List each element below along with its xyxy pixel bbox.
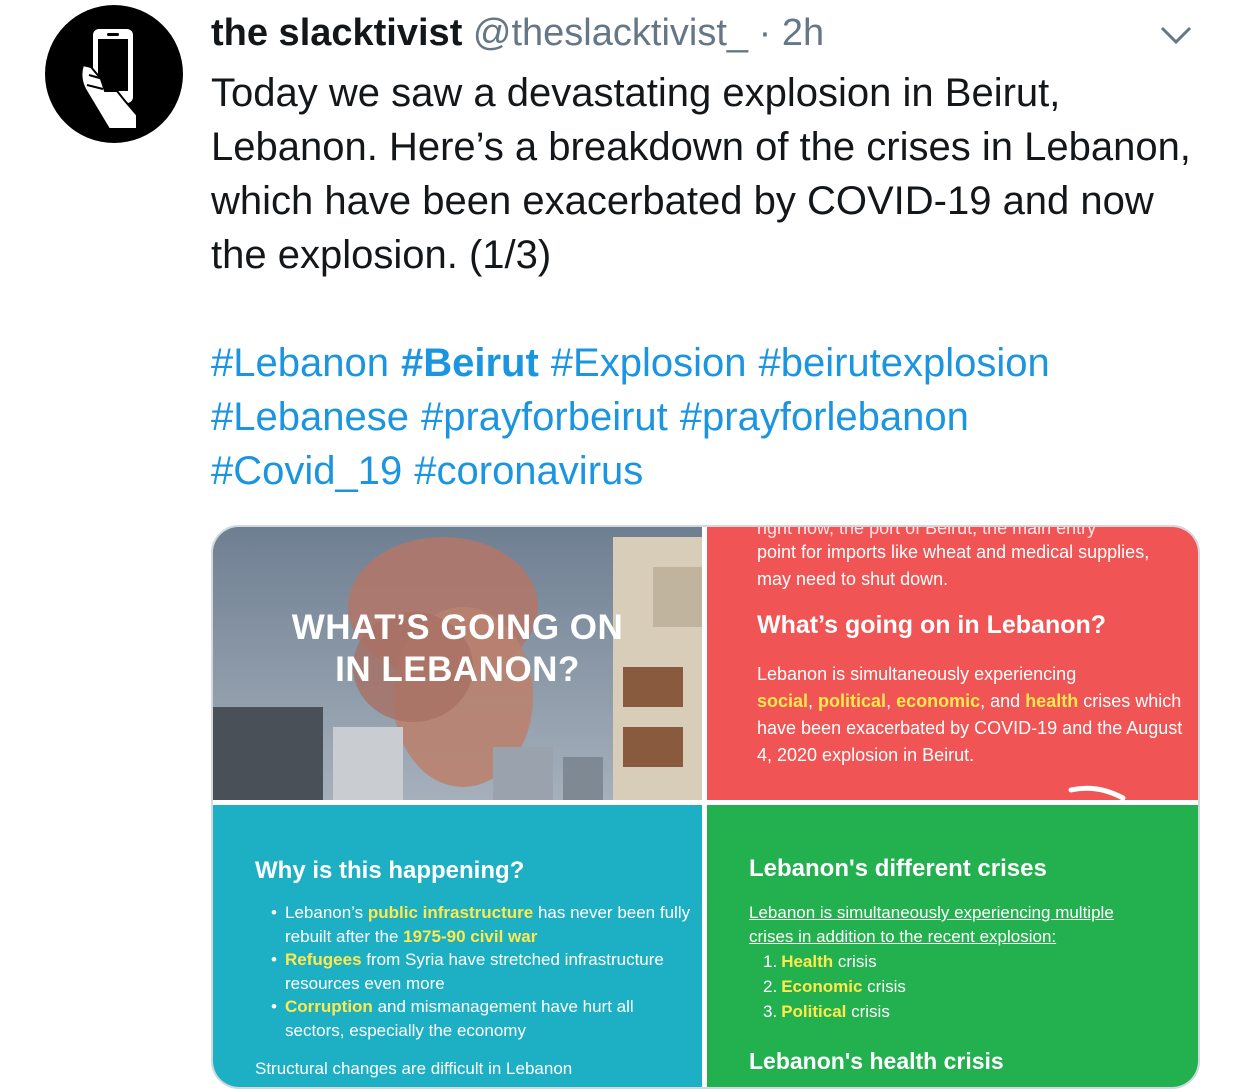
tile-title: WHAT’S GOING ON IN LEBANON? <box>213 607 702 691</box>
list-number: 3. <box>763 1002 778 1021</box>
list-number: 2. <box>763 977 778 996</box>
bullet-list: Lebanon’s public infrastructure has neve… <box>271 901 691 1042</box>
tile-title-line: WHAT’S GOING ON <box>291 608 624 647</box>
hashtag-link[interactable]: #prayforlebanon <box>680 395 969 439</box>
tile-intro: Lebanon is simultaneously experiencing m… <box>749 903 1114 946</box>
avatar[interactable] <box>45 5 183 143</box>
tile-heading: Lebanon's different crises <box>749 855 1047 882</box>
hashtag-link[interactable]: #Beirut <box>401 341 539 385</box>
hashtag-link[interactable]: #Lebanon <box>211 341 389 385</box>
highlight-text: Health <box>781 952 834 971</box>
media-image-whats-going-on[interactable]: right now, the port of Beirut, the main … <box>707 527 1198 800</box>
hashtag-link[interactable]: #beirutexplosion <box>758 341 1049 385</box>
highlight-text: health <box>1025 691 1079 711</box>
body-text: Lebanon is simultaneously experiencing <box>757 664 1077 684</box>
cut-off-text: Structural changes are difficult in Leba… <box>255 1059 573 1078</box>
highlight-text: public infrastructure <box>367 903 534 922</box>
hashtag-link[interactable]: #Lebanese <box>211 395 409 439</box>
tile-heading: Why is this happening? <box>255 857 525 884</box>
separator-dot: · <box>758 12 772 54</box>
body-text: Lebanon’s <box>285 903 364 922</box>
tile-top-text: point for imports like wheat and medical… <box>757 542 1150 589</box>
hashtag-list: #Lebanon #Beirut #Explosion #beirutexplosio… <box>211 336 1221 498</box>
highlight-text: political <box>818 691 887 711</box>
numbered-list: 1. Health crisis 2. Economic crisis 3. Poli… <box>763 949 906 1024</box>
tile-subheading: Lebanon's health crisis <box>749 1048 1004 1074</box>
list-item: 2. Economic crisis <box>763 974 906 999</box>
media-image-explosion[interactable]: WHAT’S GOING ON IN LEBANON? <box>213 527 702 800</box>
decorative-swoosh <box>1068 785 1126 800</box>
tile-title-line: IN LEBANON? <box>335 650 580 689</box>
hashtag-link[interactable]: #Covid_19 <box>211 449 402 493</box>
tile-body: Lebanon is simultaneously experiencing s… <box>757 664 1183 765</box>
body-text: and <box>990 691 1021 711</box>
list-item: 3. Political crisis <box>763 999 906 1024</box>
media-image-why-happening[interactable]: Why is this happening? Lebanon’s public … <box>213 805 702 1087</box>
highlight-text: social <box>757 691 809 711</box>
tile-heading: What’s going on in Lebanon? <box>757 611 1107 639</box>
timestamp[interactable]: 2h <box>782 12 824 54</box>
display-name[interactable]: the slacktivist <box>211 12 462 54</box>
body-text: crisis <box>837 952 877 971</box>
highlight-text: Refugees <box>285 950 362 969</box>
list-item: 1. Health crisis <box>763 949 906 974</box>
body-text: crisis <box>867 977 906 996</box>
list-item: Lebanon’s public infrastructure has neve… <box>271 901 691 948</box>
highlight-text: Corruption <box>285 997 373 1016</box>
media-grid: WHAT’S GOING ON IN LEBANON? right now, t… <box>211 525 1200 1089</box>
highlight-text: economic <box>896 691 981 711</box>
list-number: 1. <box>763 952 778 971</box>
hashtag-link[interactable]: #Explosion <box>551 341 747 385</box>
hashtag-link[interactable]: #prayforbeirut <box>421 395 668 439</box>
tweet-text: Today we saw a devastating explosion in … <box>211 71 1191 277</box>
list-item: Refugees from Syria have stretched infra… <box>271 948 691 995</box>
highlight-text: Economic <box>781 977 863 996</box>
tweet-menu-button[interactable] <box>1156 20 1196 50</box>
user-handle[interactable]: @theslacktivist_ <box>473 12 748 54</box>
hand-holding-phone-icon <box>80 29 138 130</box>
list-item: Corruption and mismanagement have hurt a… <box>271 995 691 1042</box>
media-image-different-crises[interactable]: Lebanon's different crises Lebanon is si… <box>707 805 1198 1087</box>
hashtag-link[interactable]: #coronavirus <box>414 449 643 493</box>
body-text: crisis <box>851 1002 890 1021</box>
highlight-text: Political <box>781 1002 847 1021</box>
highlight-text: 1975-90 civil war <box>403 926 538 946</box>
tweet-header: the slacktivist @theslacktivist_ · 2h <box>211 10 824 56</box>
chevron-down-icon <box>1160 26 1192 45</box>
